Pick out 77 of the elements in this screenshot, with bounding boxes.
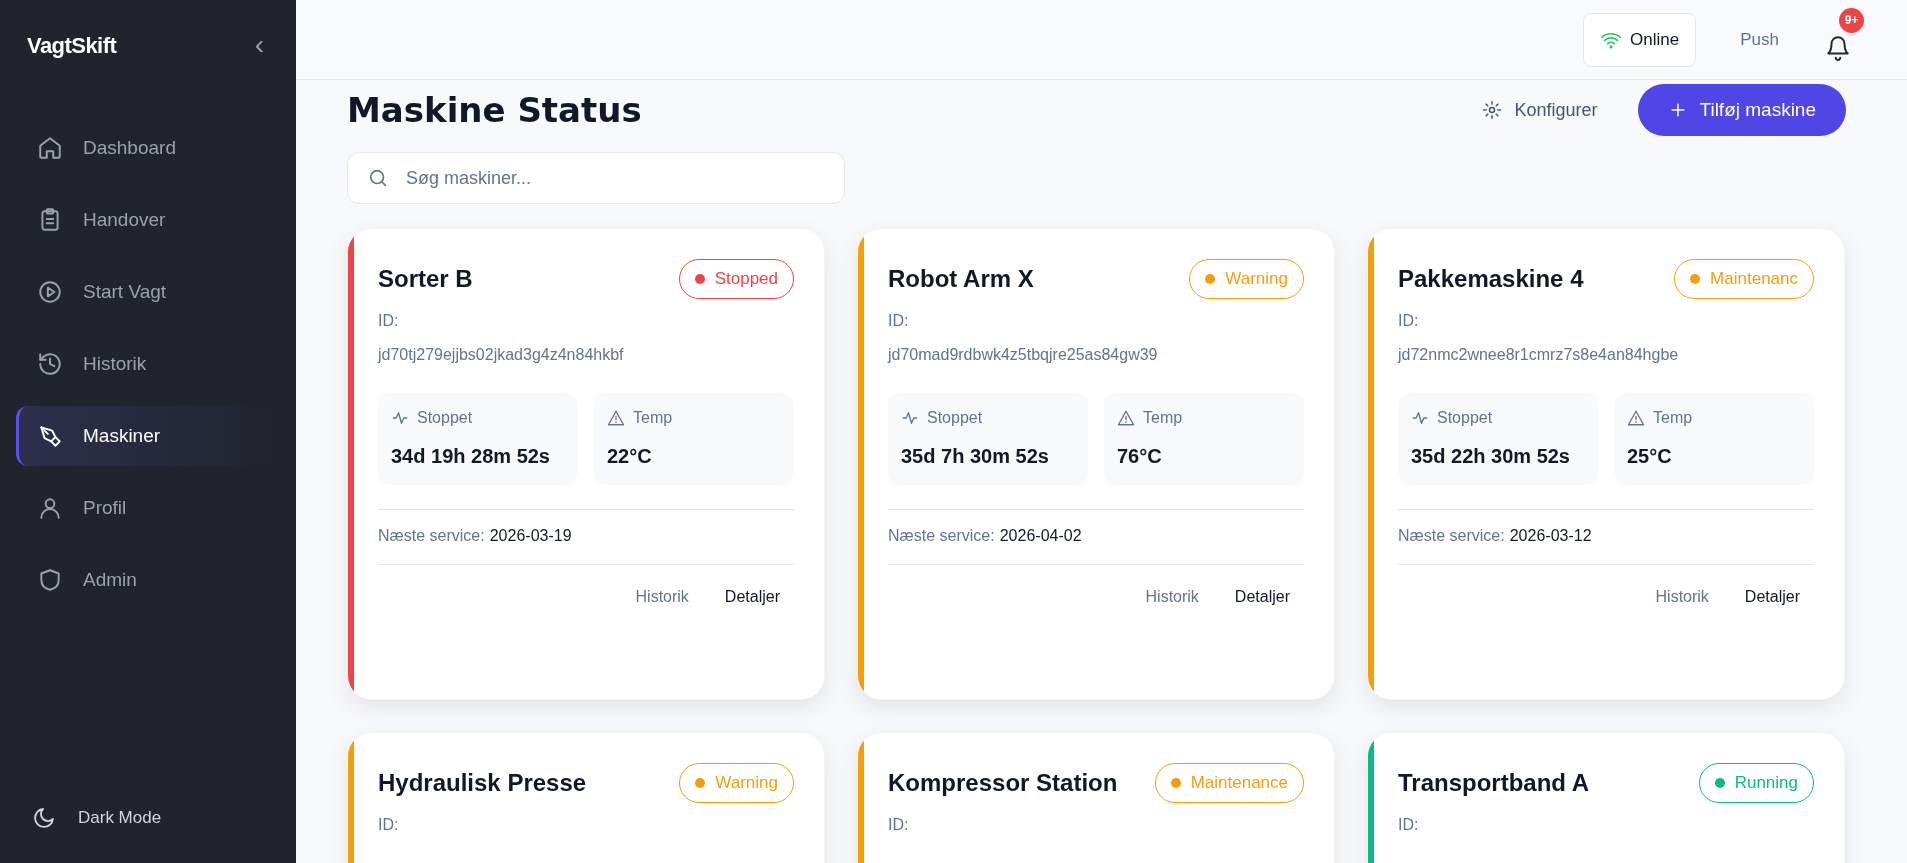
machine-name: Sorter B: [378, 264, 473, 294]
app-logo: VagtSkift: [27, 31, 117, 60]
warning-icon: [1117, 409, 1135, 427]
service-label: Næste service:: [888, 526, 995, 546]
service-date: 2026-03-12: [1509, 526, 1592, 546]
push-button[interactable]: Push: [1720, 26, 1799, 53]
search-icon: [367, 167, 389, 189]
service-label: Næste service:: [1398, 526, 1505, 546]
settings-icon: [1482, 100, 1503, 120]
warning-icon: [607, 409, 625, 427]
details-button[interactable]: Detaljer: [710, 577, 794, 617]
machine-name: Kompressor Station: [888, 768, 1118, 798]
sidebar-nav-item[interactable]: Admin: [16, 550, 280, 610]
home-icon: [37, 135, 63, 161]
history-button[interactable]: Historik: [1641, 577, 1723, 617]
id-label: ID:: [378, 815, 400, 835]
stat-label: Temp: [633, 408, 673, 428]
dark-mode-toggle[interactable]: Dark Mode: [0, 773, 296, 863]
machine-name: Hydraulisk Presse: [378, 768, 587, 798]
connection-status: Online: [1583, 12, 1697, 67]
bell-icon: [1825, 34, 1851, 61]
sidebar-nav-item[interactable]: Handover: [16, 190, 280, 250]
status-badge: Running: [1698, 763, 1814, 803]
add-machine-button[interactable]: Tilføj maskine: [1637, 84, 1846, 136]
stat-value: 25°C: [1627, 444, 1673, 469]
play-circle-icon: [37, 279, 63, 305]
status-badge: Maintenance: [1154, 763, 1304, 803]
warning-icon: [1627, 409, 1645, 427]
machine-id: jd70tj279ejjbs02jkad3g4z4n84hkbf: [378, 345, 625, 365]
machine-id: jd70mad9rdbwk4z5tbqjre25as84gw39: [888, 345, 1159, 365]
stat-label: Stoppet: [1437, 408, 1493, 428]
machine-id: jd72nmc2wnee8r1cmrz7s8e4an84hgbe: [1398, 345, 1680, 365]
pen-tool-icon: [37, 423, 63, 449]
machine-name: Robot Arm X: [888, 264, 1034, 294]
stat-label: Temp: [1653, 408, 1693, 428]
sidebar-nav-item[interactable]: Start Vagt: [16, 262, 280, 322]
id-label: ID:: [1398, 815, 1420, 835]
details-button[interactable]: Detaljer: [1220, 577, 1304, 617]
sidebar-nav-item[interactable]: Dashboard: [16, 118, 280, 178]
machine-name: Pakkemaskine 4: [1398, 264, 1584, 294]
status-badge: Warning: [679, 763, 794, 803]
history-button[interactable]: Historik: [621, 577, 703, 617]
activity-icon: [391, 409, 409, 427]
stat-label: Stoppet: [927, 408, 983, 428]
stat-value: 34d 19h 28m 52s: [391, 444, 551, 469]
service-date: 2026-04-02: [999, 526, 1082, 546]
service-date: 2026-03-19: [489, 526, 572, 546]
page-title: Maskine Status: [347, 88, 642, 132]
stat-value: 35d 22h 30m 52s: [1411, 444, 1571, 469]
shield-icon: [37, 567, 63, 593]
stat-value: 22°C: [607, 444, 653, 469]
search-field[interactable]: Søg maskiner...: [347, 152, 845, 204]
history-button[interactable]: Historik: [1131, 577, 1213, 617]
machine-name: Transportband A: [1398, 768, 1590, 798]
history-icon: [37, 351, 63, 377]
activity-icon: [901, 409, 919, 427]
id-label: ID:: [378, 311, 400, 331]
configure-button[interactable]: Konfigurer: [1482, 96, 1598, 124]
service-label: Næste service:: [378, 526, 485, 546]
status-badge: Warning: [1189, 259, 1304, 299]
sidebar-nav-item[interactable]: Historik: [16, 334, 280, 394]
id-label: ID:: [888, 311, 910, 331]
stat-label: Stoppet: [417, 408, 473, 428]
stat-value: 76°C: [1117, 444, 1163, 469]
notification-count-badge: 9+: [1839, 7, 1864, 33]
stat-value: 35d 7h 30m 52s: [901, 444, 1050, 469]
id-label: ID:: [888, 815, 910, 835]
status-badge: Stopped: [678, 259, 794, 299]
stat-label: Temp: [1143, 408, 1183, 428]
details-button[interactable]: Detaljer: [1730, 577, 1814, 617]
status-badge: Maintenanc: [1674, 259, 1814, 299]
sidebar-nav-item[interactable]: Profil: [16, 478, 280, 538]
collapse-sidebar-button[interactable]: ‹: [254, 31, 264, 59]
moon-icon: [32, 806, 56, 830]
activity-icon: [1411, 409, 1429, 427]
id-label: ID:: [1398, 311, 1420, 331]
user-icon: [37, 495, 63, 521]
